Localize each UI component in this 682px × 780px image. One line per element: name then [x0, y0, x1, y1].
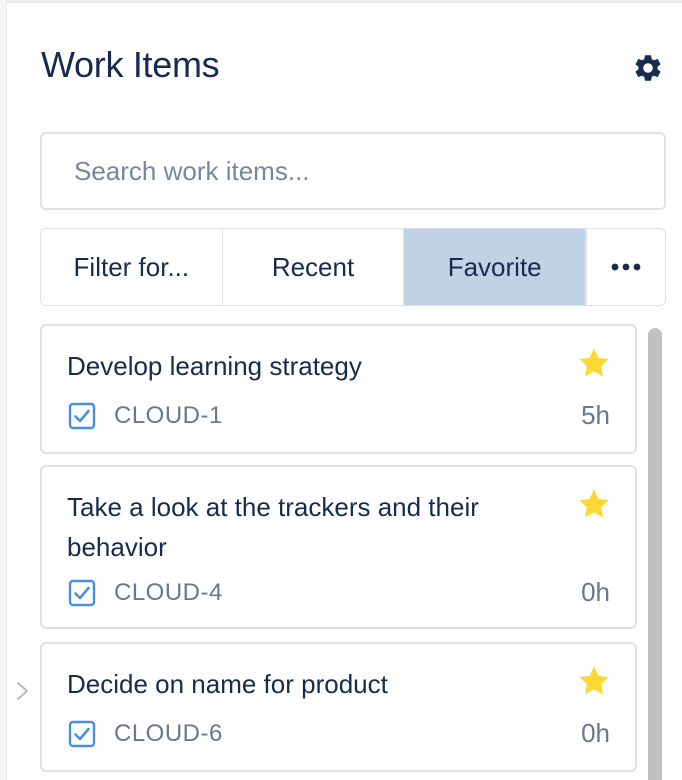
- search-input[interactable]: [40, 132, 666, 210]
- checkbox-icon: [68, 579, 96, 607]
- star-icon[interactable]: [577, 487, 611, 521]
- tab-filter[interactable]: Filter for...: [41, 229, 223, 305]
- scrollbar-thumb[interactable]: [648, 328, 662, 780]
- item-title: Decide on name for product: [67, 669, 388, 699]
- item-estimate: 0h: [581, 577, 610, 607]
- star-icon[interactable]: [577, 664, 611, 698]
- item-title: Develop learning strategy: [67, 351, 362, 381]
- checkbox-icon: [68, 720, 96, 748]
- list-item[interactable]: Develop learning strategy CLOUD-1 5h: [40, 324, 637, 454]
- more-button[interactable]: [586, 228, 666, 306]
- checkbox-icon: [68, 402, 96, 430]
- item-title: Take a look at the trackers and their be…: [67, 492, 479, 562]
- item-key: CLOUD-1: [114, 402, 223, 429]
- item-key: CLOUD-4: [114, 579, 223, 606]
- star-icon[interactable]: [577, 346, 611, 380]
- tab-favorite[interactable]: Favorite: [404, 229, 585, 305]
- chevron-right-icon[interactable]: [14, 680, 32, 702]
- item-key: CLOUD-6: [114, 720, 223, 747]
- list-item[interactable]: Decide on name for product CLOUD-6 0h: [40, 642, 637, 772]
- list-item[interactable]: Take a look at the trackers and their be…: [40, 465, 637, 629]
- panel-divider[interactable]: [0, 0, 7, 780]
- gear-icon[interactable]: [632, 52, 664, 84]
- more-horizontal-icon: [611, 263, 641, 271]
- tab-recent[interactable]: Recent: [222, 229, 405, 305]
- item-estimate: 5h: [581, 400, 610, 430]
- work-items-panel: Work Items Filter for... Recent Favorite…: [0, 0, 682, 780]
- item-estimate: 0h: [581, 718, 610, 748]
- top-border: [0, 0, 682, 3]
- filter-tabs: Filter for... Recent Favorite: [40, 228, 586, 306]
- page-title: Work Items: [41, 44, 220, 85]
